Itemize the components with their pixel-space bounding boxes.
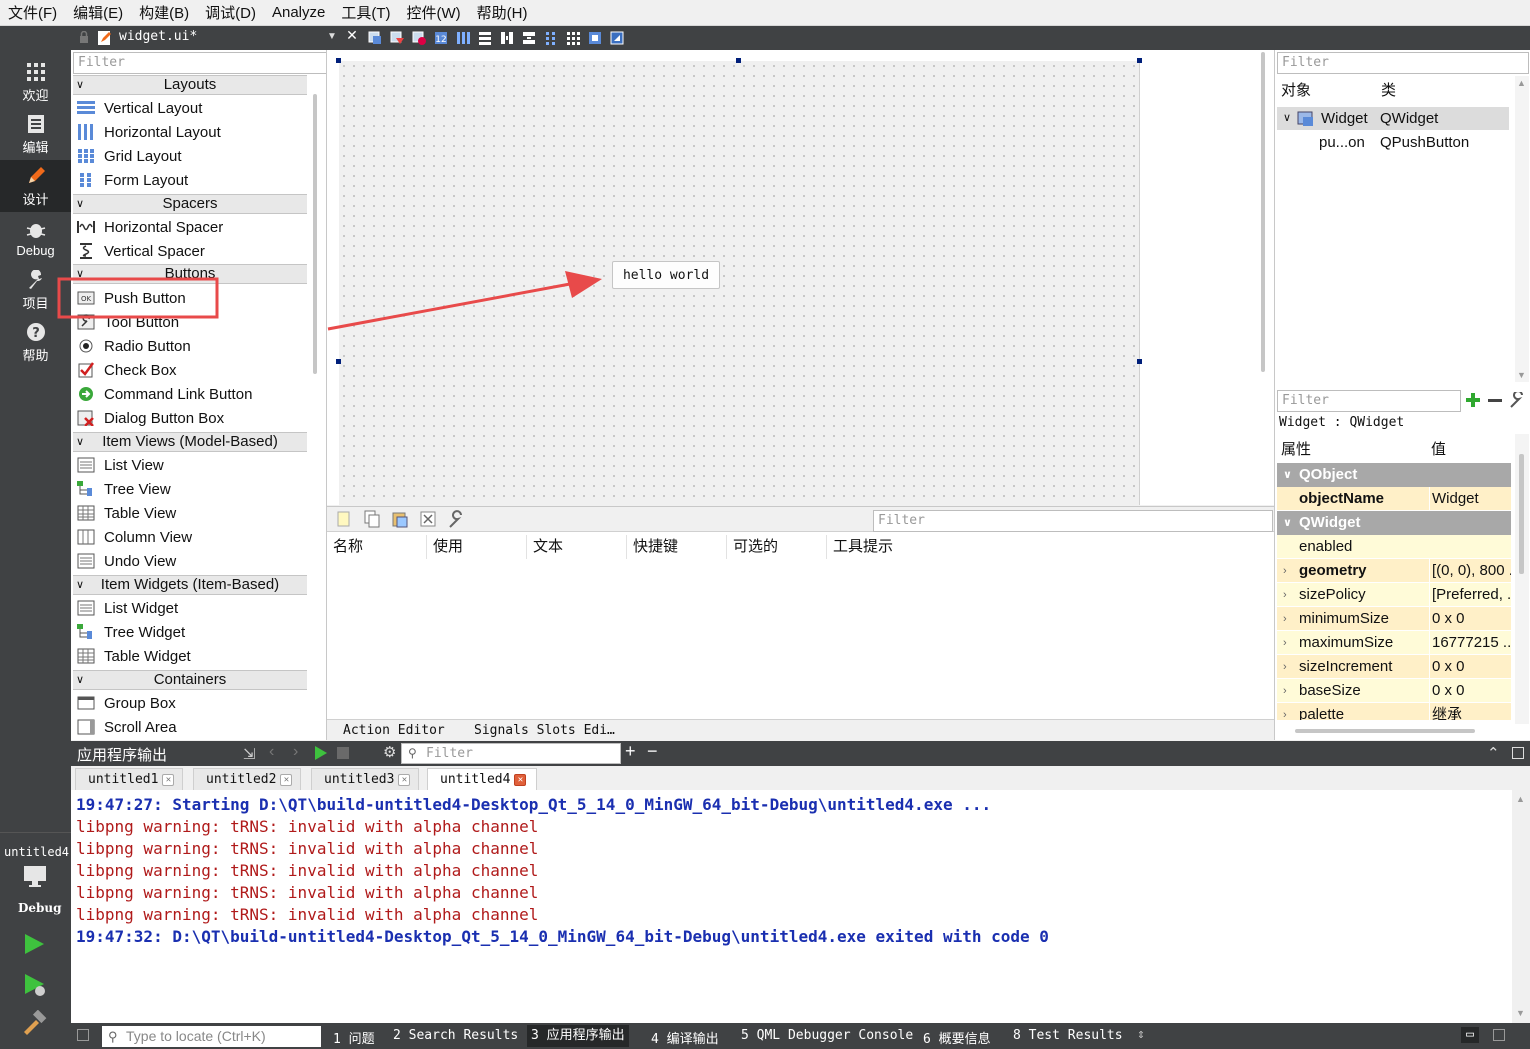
output-line: libpng warning: tRNS: invalid with alpha… — [76, 883, 539, 902]
highlight-box — [57, 277, 219, 319]
scroll-down-icon[interactable]: ▼ — [1516, 1008, 1525, 1018]
output-scrollbar[interactable]: ▲ ▼ — [1512, 790, 1530, 1023]
search-icon: ⚲ — [408, 746, 417, 760]
pane-qml-debugger-console[interactable]: 5 QML Debugger Console — [741, 1028, 913, 1043]
more-panes-icon[interactable]: ⇕ — [1137, 1027, 1145, 1042]
scroll-up-icon[interactable]: ▲ — [1516, 794, 1525, 804]
output-tab-active[interactable]: untitled4 ✕ — [427, 768, 537, 790]
pane-compile-output[interactable]: 4 编译输出 — [651, 1028, 719, 1047]
progress-details-icon[interactable]: ▭ — [1461, 1027, 1479, 1043]
pane-general-messages[interactable]: 6 概要信息 — [923, 1028, 991, 1047]
output-line: libpng warning: tRNS: invalid with alpha… — [76, 861, 539, 880]
output-tab[interactable]: untitled3 ✕ — [311, 768, 419, 790]
output-line: libpng warning: tRNS: invalid with alpha… — [76, 817, 539, 836]
pane-search-results[interactable]: 2 Search Results — [393, 1028, 518, 1043]
rerun-button[interactable] — [314, 746, 328, 764]
stop-icon[interactable] — [337, 747, 349, 759]
output-filter-input[interactable]: ⚲ Filter — [401, 743, 621, 764]
close-tab-icon[interactable]: ✕ — [398, 773, 411, 786]
maximize-pane-icon[interactable]: ⌃ — [1487, 744, 1500, 762]
output-line: libpng warning: tRNS: invalid with alpha… — [76, 839, 539, 858]
arrow-head — [565, 271, 602, 298]
settings-gear-icon[interactable]: ⚙ — [383, 743, 396, 761]
close-pane-icon[interactable] — [1512, 747, 1524, 759]
zoom-out-icon[interactable]: − — [647, 741, 658, 762]
annotation-arrow — [327, 282, 571, 331]
output-line: 19:47:27: Starting D:\QT\build-untitled4… — [76, 795, 992, 814]
output-line: libpng warning: tRNS: invalid with alpha… — [76, 905, 539, 924]
application-output-text[interactable]: 19:47:27: Starting D:\QT\build-untitled4… — [71, 790, 1512, 1023]
next-icon[interactable]: › — [293, 743, 298, 761]
close-tab-icon[interactable]: ✕ — [162, 773, 175, 786]
toggle-right-sidebar-icon[interactable] — [1493, 1029, 1505, 1041]
output-pane-header: 应用程序输出 ⇲ ‹ › ⚙ ⚲ Filter + − ⌃ — [71, 741, 1530, 766]
toggle-sidebar-icon[interactable] — [77, 1029, 89, 1041]
previous-icon[interactable]: ‹ — [269, 743, 274, 761]
pane-application-output[interactable]: 3 应用程序输出 — [527, 1025, 629, 1047]
output-tab[interactable]: untitled2 ✕ — [193, 768, 301, 790]
attach-icon[interactable]: ⇲ — [243, 745, 256, 763]
play-icon — [315, 746, 327, 760]
zoom-in-icon[interactable]: + — [625, 741, 636, 762]
output-line: 19:47:32: D:\QT\build-untitled4-Desktop_… — [76, 927, 1049, 946]
search-icon: ⚲ — [108, 1029, 118, 1044]
output-tabs: untitled1 ✕ untitled2 ✕ untitled3 ✕ untitle… — [71, 766, 1530, 790]
close-tab-icon[interactable]: ✕ — [280, 773, 293, 786]
output-pane-title: 应用程序输出 — [77, 747, 168, 764]
locator-input[interactable]: ⚲ Type to locate (Ctrl+K) — [102, 1026, 321, 1047]
status-bar: ⚲ Type to locate (Ctrl+K) 1 问题 2 Search … — [71, 1023, 1530, 1049]
pane-test-results[interactable]: 8 Test Results — [1013, 1028, 1123, 1043]
output-tab[interactable]: untitled1 ✕ — [75, 768, 183, 790]
pane-issues[interactable]: 1 问题 — [333, 1028, 375, 1047]
close-tab-icon[interactable]: ✕ — [514, 773, 527, 786]
